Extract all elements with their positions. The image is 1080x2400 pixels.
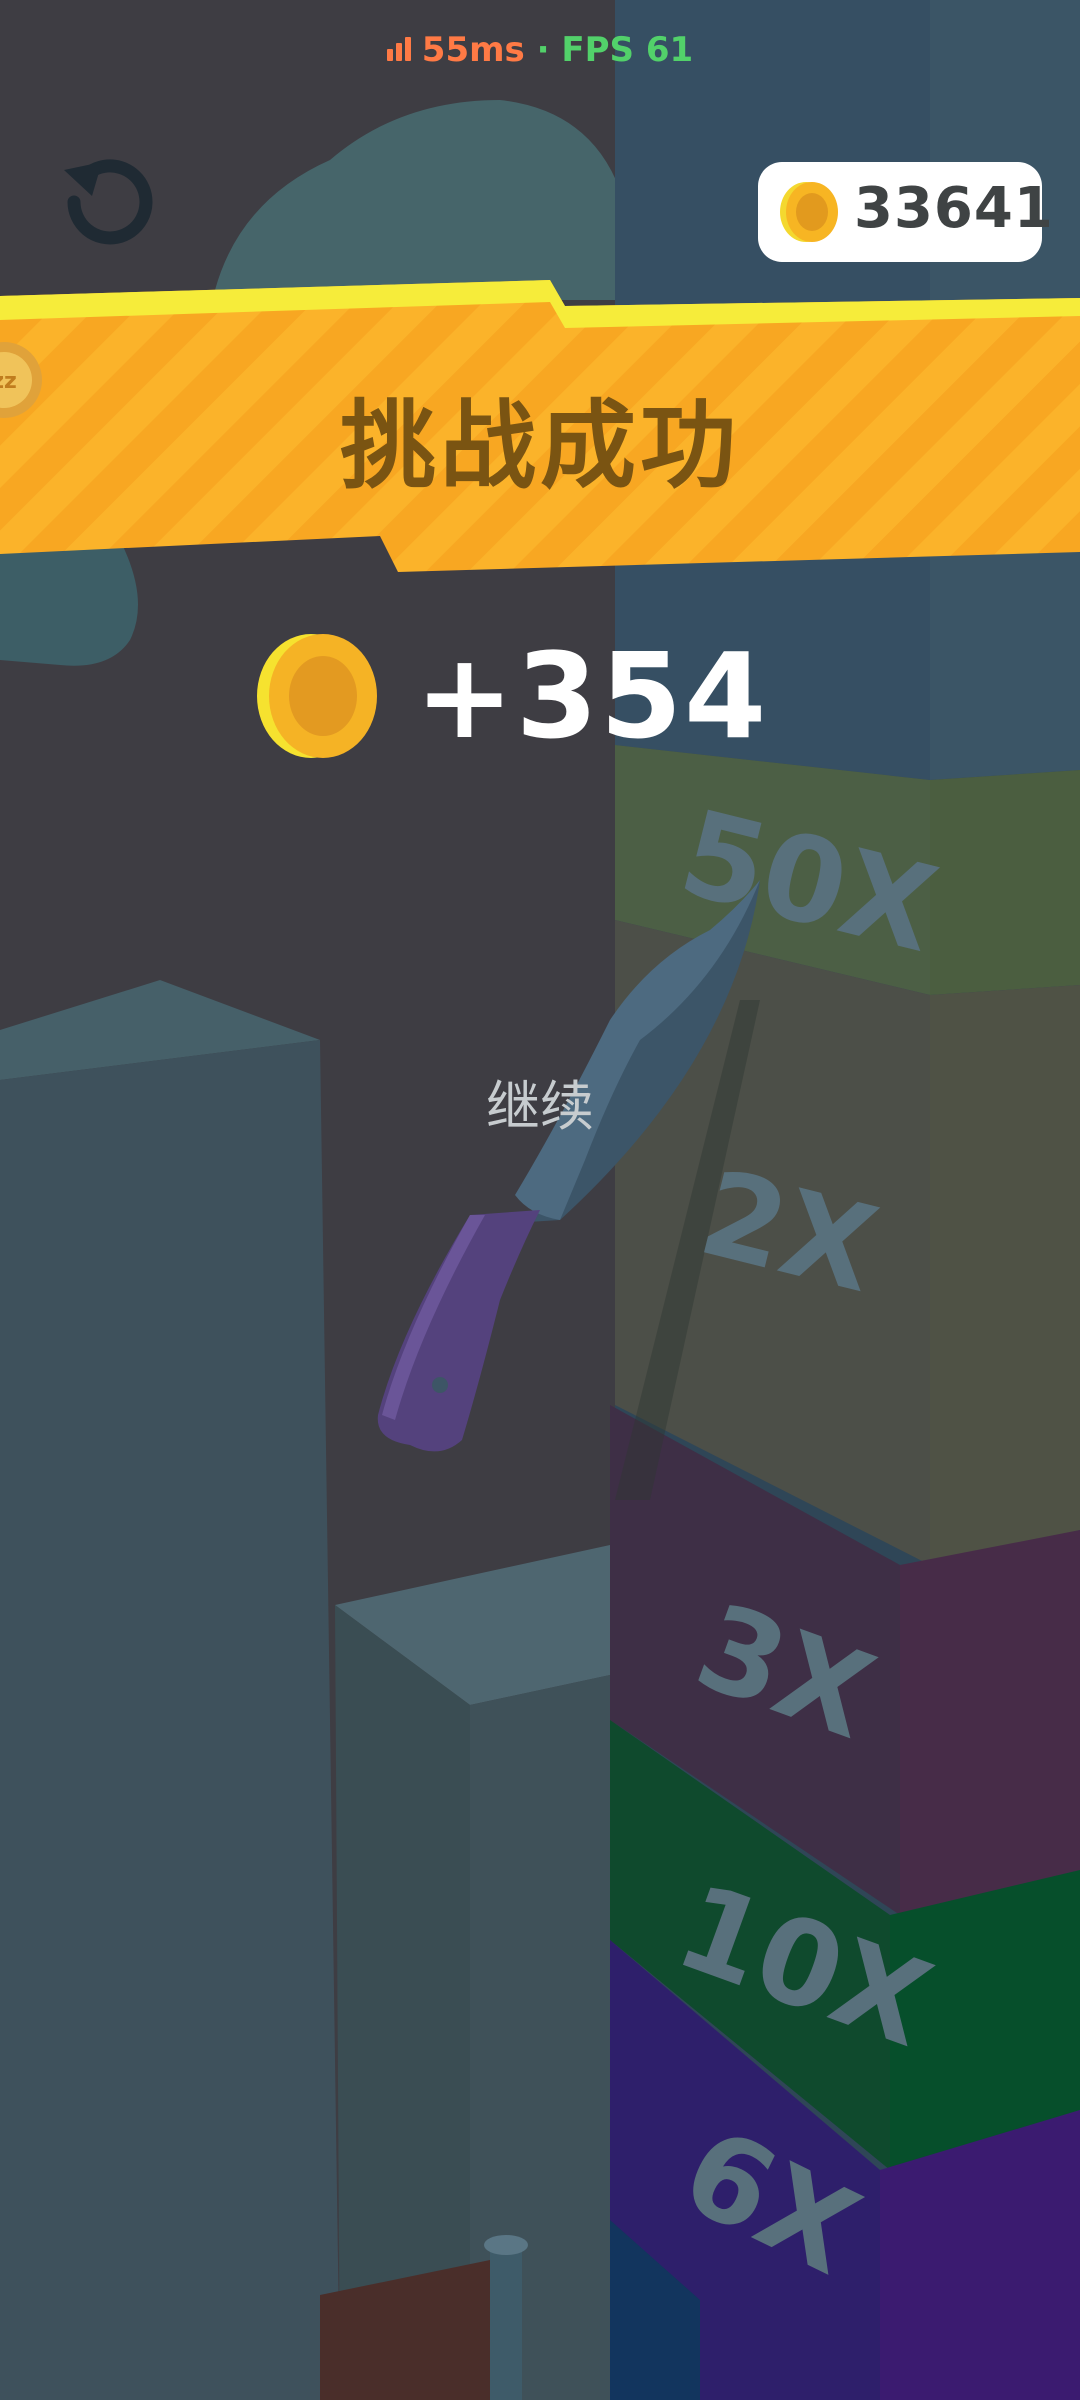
network-status: 55ms · FPS 61 [0,30,1080,70]
restart-button[interactable] [56,152,156,252]
coin-icon [257,634,377,758]
banner-title: 挑战成功 [340,390,740,502]
fps-value: FPS 61 [561,30,694,70]
status-separator: · [536,30,550,70]
multiplier-2x: 2X [688,1143,889,1319]
multiplier-10x: 10X [660,1857,947,2074]
signal-icon [386,30,414,70]
coin-icon [780,182,838,242]
reward: +354 [255,632,775,760]
multiplier-50x: 50X [668,783,949,979]
svg-text:zz: zz [0,369,17,394]
multiplier-6x: 6X [663,2101,879,2301]
reward-amount: +354 [415,627,769,765]
restart-icon [64,159,153,245]
coin-count: 33641 [854,176,1054,241]
multiplier-3x: 3X [680,1577,890,1766]
ping-value: 55ms [421,30,525,70]
sleep-badge-icon: zz [0,342,42,418]
continue-button[interactable]: 继续 [440,1062,640,1141]
game-stage[interactable]: 50X 2X 3X 10X 6X 55ms · FPS 61 33641 挑战成… [0,0,1080,2400]
coin-balance: 33641 [758,162,1054,262]
